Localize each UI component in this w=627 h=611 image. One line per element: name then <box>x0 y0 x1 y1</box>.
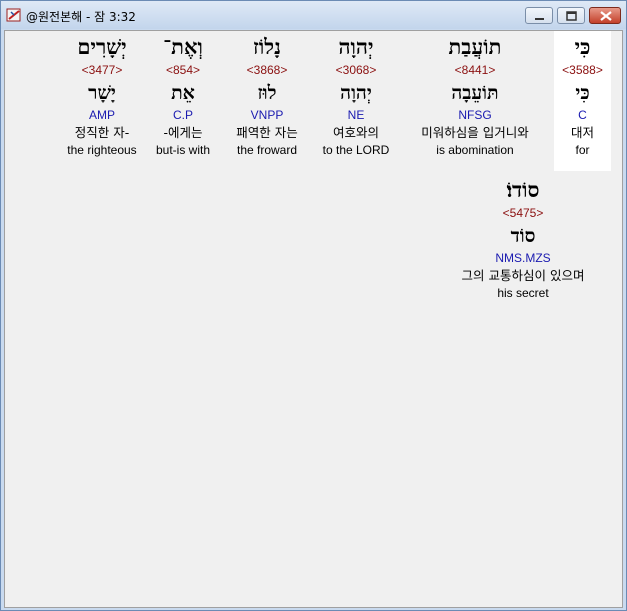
strong-number: <3868> <box>246 63 288 77</box>
korean-gloss: 패역한 자는 <box>236 125 298 140</box>
english-gloss: is abomination <box>436 143 514 157</box>
hebrew-lemma: יְהוָה <box>340 82 372 104</box>
english-gloss: his secret <box>497 286 549 300</box>
word-column-5[interactable]: וְאֶת־ <854> אֵת C.P -에게는 but-is with <box>149 33 217 158</box>
morphology-code: NMS.MZS <box>495 251 551 265</box>
word-column-6[interactable]: יְשָׁרִים <3477> יָשָׁר AMP 정직한 자- the r… <box>61 33 143 158</box>
hebrew-word: יְהוָה <box>338 34 374 59</box>
hebrew-word: נָלוֹז <box>253 34 281 59</box>
morphology-code: VNPP <box>250 108 284 122</box>
strong-number: <8441> <box>454 63 496 77</box>
morphology-code: NFSG <box>458 108 492 122</box>
strong-number: <3588> <box>562 63 603 77</box>
close-icon <box>600 11 612 21</box>
app-icon[interactable] <box>6 7 22 23</box>
hebrew-lemma: לוּז <box>257 82 277 104</box>
korean-gloss: 대저 <box>570 125 594 140</box>
strong-number: <5475> <box>502 206 544 220</box>
word-column-1[interactable]: כִּי <3588> כִּי C 대저 for <box>554 33 611 158</box>
korean-gloss: 그의 교통하심이 있으며 <box>461 268 585 283</box>
hebrew-word: כִּי <box>574 34 591 59</box>
strong-number: <3068> <box>335 63 377 77</box>
korean-gloss: 정직한 자- <box>74 125 130 140</box>
english-gloss: for <box>575 143 590 157</box>
morphology-code: C.P <box>172 108 193 122</box>
maximize-button[interactable] <box>557 7 585 24</box>
close-button[interactable] <box>589 7 621 24</box>
english-gloss: the froward <box>236 143 298 157</box>
minimize-button[interactable] <box>525 7 553 24</box>
strong-number: <854> <box>165 63 201 77</box>
hebrew-lemma: סוֹד <box>510 225 536 247</box>
hebrew-lemma: כִּי <box>575 82 590 104</box>
hebrew-lemma: אֵת <box>171 82 195 104</box>
word-column-4[interactable]: נָלוֹז <3868> לוּז VNPP 패역한 자는 the frowa… <box>225 33 309 158</box>
minimize-icon <box>535 18 544 20</box>
interlinear-panel[interactable]: כִּי <3588> כִּי C 대저 for תוֹעֲבַת <8441… <box>4 30 623 608</box>
hebrew-lemma: יָשָׁר <box>88 82 116 104</box>
word-column-3[interactable]: יְהוָה <3068> יְהוָה NE 여호와의 to the LORD <box>316 33 396 158</box>
korean-gloss: -에게는 <box>163 125 203 140</box>
hebrew-word: תוֹעֲבַת <box>448 34 502 59</box>
english-gloss: but-is with <box>155 143 211 157</box>
english-gloss: to the LORD <box>322 143 390 157</box>
title-bar[interactable]: @원전본해 - 잠 3:32 <box>1 1 626 29</box>
hebrew-lemma: תּוֹעֵבָה <box>451 82 499 104</box>
maximize-icon <box>566 11 577 21</box>
window-title: @원전본해 - 잠 3:32 <box>26 10 136 24</box>
korean-gloss: 미워하심을 입거니와 <box>421 125 529 140</box>
korean-gloss: 여호와의 <box>332 125 379 140</box>
hebrew-word: יְשָׁרִים <box>77 34 127 59</box>
morphology-code: C <box>578 108 587 122</box>
app-window: @원전본해 - 잠 3:32 כִּי <3588> כִּי C 대저 for… <box>0 0 627 611</box>
strong-number: <3477> <box>81 63 123 77</box>
word-column-7[interactable]: סוֹדוֹ׃ <5475> סוֹד NMS.MZS 그의 교통하심이 있으며… <box>441 176 605 301</box>
word-column-2[interactable]: תוֹעֲבַת <8441> תּוֹעֵבָה NFSG 미워하심을 입거니… <box>401 33 549 158</box>
hebrew-word: סוֹדוֹ׃ <box>506 177 540 202</box>
hebrew-word: וְאֶת־ <box>163 34 203 59</box>
english-gloss: the righteous <box>67 143 137 157</box>
morphology-code: NE <box>347 108 365 122</box>
morphology-code: AMP <box>88 108 115 122</box>
